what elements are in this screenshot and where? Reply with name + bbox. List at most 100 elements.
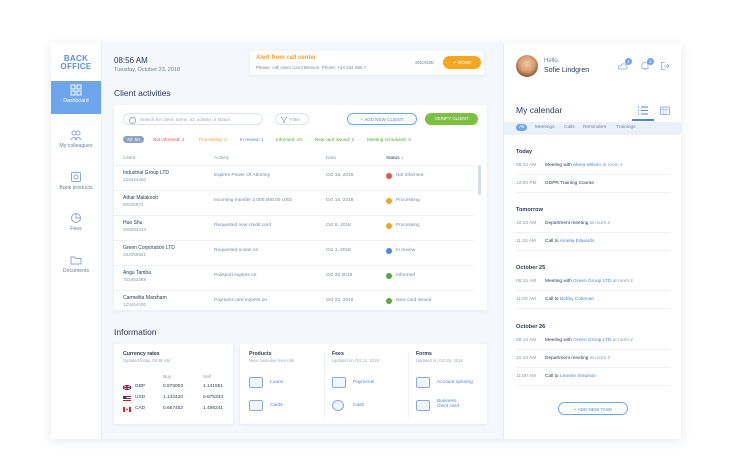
chip-meeting-scheduled[interactable]: Meeting scheduled: 3 bbox=[367, 137, 411, 142]
filter-tab-meetings[interactable]: Meetings bbox=[535, 125, 554, 130]
calendar-view-tab[interactable] bbox=[654, 103, 676, 119]
cards-icon bbox=[249, 400, 263, 411]
event-description: Department meeting at room 2 bbox=[545, 221, 610, 226]
done-button[interactable]: ✓ DONE bbox=[443, 56, 481, 69]
search-icon bbox=[129, 117, 136, 124]
filter-tab-reminders[interactable]: Reminders bbox=[583, 125, 606, 130]
table-row[interactable]: Athar Malakooti 60035973 Incoming transf… bbox=[114, 190, 474, 216]
chip-new-card-issued[interactable]: New card issued: 2 bbox=[315, 137, 354, 142]
link-loans[interactable]: Loans bbox=[270, 380, 283, 385]
activity: Requested new credit card bbox=[214, 223, 272, 228]
status-dot-icon bbox=[386, 223, 392, 229]
sidebar-item-bank-products[interactable]: Bank products bbox=[51, 168, 101, 201]
filter-tab-all[interactable]: All bbox=[516, 124, 528, 131]
currency-code: GBP bbox=[135, 384, 146, 389]
sidebar: BACK OFFICE Dashboard My colleagues Bank… bbox=[51, 43, 102, 439]
link-cash[interactable]: Cash bbox=[353, 403, 364, 408]
calendar-event[interactable]: 10:15 AM Department meeting at room 2 bbox=[516, 353, 670, 368]
avatar[interactable] bbox=[516, 55, 538, 77]
calendar-event[interactable]: 09:15 AM Meeting with Maria Wilson at ro… bbox=[516, 160, 670, 175]
chip-not-informed[interactable]: Not informed: 1 bbox=[153, 137, 184, 142]
currency-sell: 0.875334 bbox=[203, 395, 224, 400]
list-view-tab[interactable] bbox=[632, 103, 654, 121]
client-name[interactable]: Carmelita Marsham bbox=[123, 295, 167, 301]
link-business-line-2: client card bbox=[437, 404, 459, 409]
sidebar-item-dashboard[interactable]: Dashboard bbox=[51, 81, 101, 114]
event-time: 11:00 AM bbox=[516, 374, 536, 379]
event-location: at room 2 bbox=[612, 279, 633, 284]
client-activities-card: Search for client, name, ID, activity or… bbox=[114, 105, 487, 310]
chip-all[interactable]: All: 50 bbox=[123, 136, 144, 143]
calendar-icon bbox=[660, 106, 670, 115]
day-heading: October 25 bbox=[516, 265, 546, 271]
sidebar-item-documents[interactable]: Documents bbox=[51, 251, 101, 284]
logout-icon[interactable] bbox=[660, 61, 670, 71]
column-header-status[interactable]: Status ↓ bbox=[386, 156, 403, 161]
calendar-event[interactable]: 11:40 AM Call to Amelia Edwards bbox=[516, 236, 670, 251]
chip-in-review[interactable]: In review: 1 bbox=[240, 137, 264, 142]
calendar-event[interactable]: 12:20 PM GDPR Training Course bbox=[516, 178, 670, 193]
event-time: 09:15 AM bbox=[516, 163, 537, 168]
client-id: 60035973 bbox=[123, 202, 144, 207]
event-description: Call to Amelia Edwards bbox=[545, 239, 594, 244]
sidebar-item-my-colleagues[interactable]: My colleagues bbox=[51, 126, 101, 159]
status-dot-icon bbox=[386, 273, 392, 279]
event-link[interactable]: Bobby Coleman bbox=[560, 297, 594, 302]
client-name[interactable]: Athar Malakooti bbox=[123, 195, 158, 201]
table-scrollbar[interactable] bbox=[478, 165, 481, 195]
event-link[interactable]: Green Group LTD bbox=[573, 338, 611, 343]
sidebar-item-fees[interactable]: Fees bbox=[51, 209, 101, 242]
snooze-button[interactable]: SNOOZE bbox=[415, 60, 434, 65]
sell-header: Sell bbox=[203, 374, 211, 379]
filter-button[interactable]: Filter bbox=[275, 113, 309, 125]
client-name[interactable]: Angu Tamba bbox=[123, 270, 151, 276]
filter-tab-calls[interactable]: Calls bbox=[564, 125, 575, 130]
cash-icon bbox=[332, 400, 344, 411]
verify-client-button[interactable]: VERIFY CLIENT bbox=[425, 113, 478, 125]
calendar-event[interactable]: 10:15 AM Department meeting at room 2 bbox=[516, 218, 670, 233]
link-cards[interactable]: Cards bbox=[270, 403, 283, 408]
dashboard-icon bbox=[70, 84, 82, 96]
day-heading: Tomorrow bbox=[516, 207, 543, 213]
link-account-opening[interactable]: Account opening bbox=[437, 380, 473, 385]
calendar-event[interactable]: 09:15 AM Meeting with Green Group LTD at… bbox=[516, 335, 670, 350]
event-description: Department meeting at room 2 bbox=[545, 356, 610, 361]
client-name[interactable]: Huo Shu bbox=[123, 220, 142, 226]
alert-title: Alert from call center bbox=[256, 55, 317, 61]
notifications-badge: 2 bbox=[647, 58, 654, 65]
event-location: at room 2 bbox=[612, 338, 633, 343]
add-new-client-button[interactable]: + ADD NEW CLIENT bbox=[347, 113, 417, 125]
currency-row-cad: CAD 0.667452 1.498241 bbox=[123, 406, 233, 416]
event-time: 10:15 AM bbox=[516, 356, 537, 361]
chip-informed[interactable]: Informed: 43 bbox=[276, 137, 302, 142]
link-business-client-card[interactable]: Business client card bbox=[437, 399, 459, 409]
chip-processing[interactable]: Processing: 2 bbox=[199, 137, 227, 142]
event-link[interactable]: Amelia Edwards bbox=[560, 239, 595, 244]
call-center-alert: Alert from call center Please, call clie… bbox=[250, 51, 484, 75]
search-input[interactable]: Search for client, name, ID, activity or… bbox=[123, 113, 263, 125]
calendar-event[interactable]: 11:00 AM Call to Leanne Simpson bbox=[516, 371, 670, 386]
event-link[interactable]: Green Group LTD bbox=[573, 279, 611, 284]
table-row[interactable]: Industrial Group LTD 123444400 Expires P… bbox=[114, 165, 474, 191]
table-row[interactable]: Angu Tamba 751953369 Passport expires on… bbox=[114, 265, 474, 291]
status-label: Not informed bbox=[396, 173, 424, 178]
filter-tab-trainings[interactable]: Trainings bbox=[616, 125, 636, 130]
client-name[interactable]: Industrial Group LTD bbox=[123, 170, 169, 176]
logo[interactable]: BACK OFFICE bbox=[51, 55, 101, 71]
table-row[interactable]: Carmelita Marsham 123444400 Payment card… bbox=[114, 290, 474, 316]
table-row[interactable]: Green Corporation LTD 333355551 Requeste… bbox=[114, 240, 474, 266]
forms-sub: Updated on Oct 25, 2018 bbox=[416, 358, 463, 363]
event-time: 11:40 AM bbox=[516, 239, 536, 244]
client-id: 751953369 bbox=[123, 277, 146, 282]
add-new-task-button[interactable]: + ADD NEW TASK bbox=[558, 402, 628, 415]
uk-flag-icon bbox=[123, 385, 131, 390]
event-link[interactable]: Leanne Simpson bbox=[560, 374, 596, 379]
client-name[interactable]: Green Corporation LTD bbox=[123, 245, 175, 251]
table-row[interactable]: Huo Shu 200033344 Requested new credit c… bbox=[114, 215, 474, 241]
event-time: 12:20 PM bbox=[516, 181, 537, 186]
fees-sub: Updated on Oct 21, 2018 bbox=[332, 358, 379, 363]
calendar-event[interactable]: 09:15 AM Meeting with Green Group LTD at… bbox=[516, 276, 670, 291]
link-payments[interactable]: Payments bbox=[353, 380, 374, 385]
calendar-event[interactable]: 11:00 AM Call to Bobby Coleman bbox=[516, 294, 670, 309]
event-link[interactable]: Maria Wilson bbox=[573, 163, 601, 168]
